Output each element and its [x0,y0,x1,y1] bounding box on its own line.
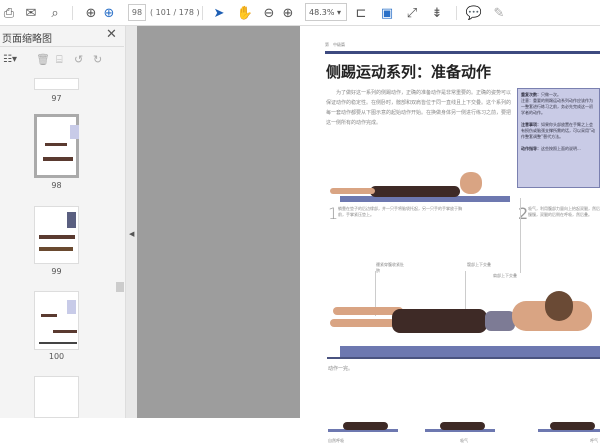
scrollbar-thumb[interactable] [116,282,124,292]
toolbar: ⎙ ✉ ⌕ ⊕ ⊕ 98 ( 101 / 178 ) ➤ ✋ ⊖ ⊕ 48.3%… [0,0,600,26]
thumbnail-label: 100 [48,352,65,361]
zoom-in-icon[interactable]: ⊕ [279,4,297,22]
callout-label: 绷紧穿腹收紧肚脐 [376,262,404,273]
pdf-page: 第 中级篇 侧踢运动系列：准备动作 为了做好这一系列的侧踢动作，正确的准备动作是… [300,26,600,443]
step-text: 躺靠在垫子的后边缘部，并一只手将脑袋托起，另一只手的手掌放于胸前，手掌紧压垫上。 [338,206,462,217]
thumbnail-98[interactable] [34,114,79,178]
repeat-value: 只做一次。 [541,92,561,97]
rotate-left-icon[interactable]: ↺ [74,53,83,66]
zoom-select[interactable]: 48.3% ▾ [305,3,347,21]
zoom-value: 48.3% [309,8,335,17]
print-icon[interactable]: ⎙ [0,4,18,22]
search-icon[interactable]: ⌕ [46,4,64,22]
close-icon[interactable]: ✕ [106,27,117,42]
step-number: 1 [328,204,339,223]
collapse-arrow-icon[interactable]: ◀ [129,230,134,238]
photo-start-position [330,166,510,206]
page-header: 第 中级篇 [325,42,345,47]
info-box: 重复次数：只做一次。 注意：重要的侧踢运动系列动作应该作为一整套进行练习之前，务… [517,88,600,188]
bottom-label: 吸气 [460,438,468,443]
divider [0,46,124,47]
intro-text: 为了做好这一系列的侧踢动作，正确的准备动作是非常重要的。正确的姿势可以保证动作的… [326,90,512,126]
scroll-mode-icon[interactable]: ⇟ [428,4,446,22]
motion-label: 动作指导： [521,146,541,151]
delete-icon[interactable]: 🗑 [36,53,50,66]
email-icon[interactable]: ✉ [22,4,40,22]
photo-small-3 [538,418,600,434]
photo-small-1 [328,418,398,434]
rotate-right-icon[interactable]: ↻ [93,53,102,66]
thumbnail-label: 98 [51,181,62,190]
scrollbar[interactable] [116,54,125,418]
panel-title: 页面缩略图 [2,34,52,45]
section-rule [327,357,600,359]
fit-page-icon[interactable]: ▣ [378,4,396,22]
bottom-label: 呼气 [590,438,598,443]
fullscreen-icon[interactable]: ⤢ [403,4,421,22]
thumbnail-label: 97 [51,94,62,103]
previous-page-icon[interactable]: ⊕ [82,4,100,22]
photo-small-2 [425,418,495,434]
thumbnail-100[interactable] [34,291,79,350]
bottom-label: 自然呼吸 [328,438,344,443]
document-background [137,26,300,418]
thumbnail-99[interactable] [34,206,79,264]
zoom-out-icon[interactable]: ⊖ [260,4,278,22]
end-text: 动作一完。 [328,366,354,372]
photo-main-exercise [330,291,600,361]
page-number-input[interactable]: 98 [128,4,146,21]
header-rule [325,51,600,54]
page-title: 侧踢运动系列：准备动作 [326,63,492,81]
thumbnail-label: 99 [51,267,62,276]
fit-width-icon[interactable]: ⊏ [352,4,370,22]
caution-label: 注意事项： [521,122,541,127]
options-menu-icon[interactable]: ☷▾ [3,54,17,65]
divider [72,6,73,20]
next-page-icon[interactable]: ⊕ [100,4,118,22]
callout-label: 肩部上下交叠 [493,273,517,278]
panel-splitter[interactable]: ◀ [126,26,137,418]
thumbnail-97[interactable] [34,78,79,90]
repeat-label: 重复次数： [521,92,541,97]
motion-text: 这些按照上面的说明... [541,146,581,151]
select-cursor-icon[interactable]: ➤ [210,4,228,22]
comment-icon[interactable]: 💬 [465,4,483,22]
step-text: 吸气，利用腹部力量向上抬起双腿，然后慢慢，双腿的后侧在呼吸，然后叠。 [528,206,600,217]
callout-label: 髋部上下交叠 [467,262,491,267]
extract-icon[interactable]: ⌸ [56,53,63,67]
page-count: ( 101 / 178 ) [150,8,200,17]
hand-tool-icon[interactable]: ✋ [236,4,254,22]
thumbnail-panel: 页面缩略图 ✕ ☷▾ 🗑 ⌸ ↺ ↻ 97 98 99 100 [0,26,126,418]
divider [202,6,203,20]
divider [520,198,521,273]
thumbnail-101[interactable] [34,376,79,418]
divider [456,6,457,20]
note-text: 注意：重要的侧踢运动系列动作应该作为一整套进行练习之前，务必先完成这一初学者的动… [521,98,593,115]
pen-icon[interactable]: ✎ [490,4,508,22]
